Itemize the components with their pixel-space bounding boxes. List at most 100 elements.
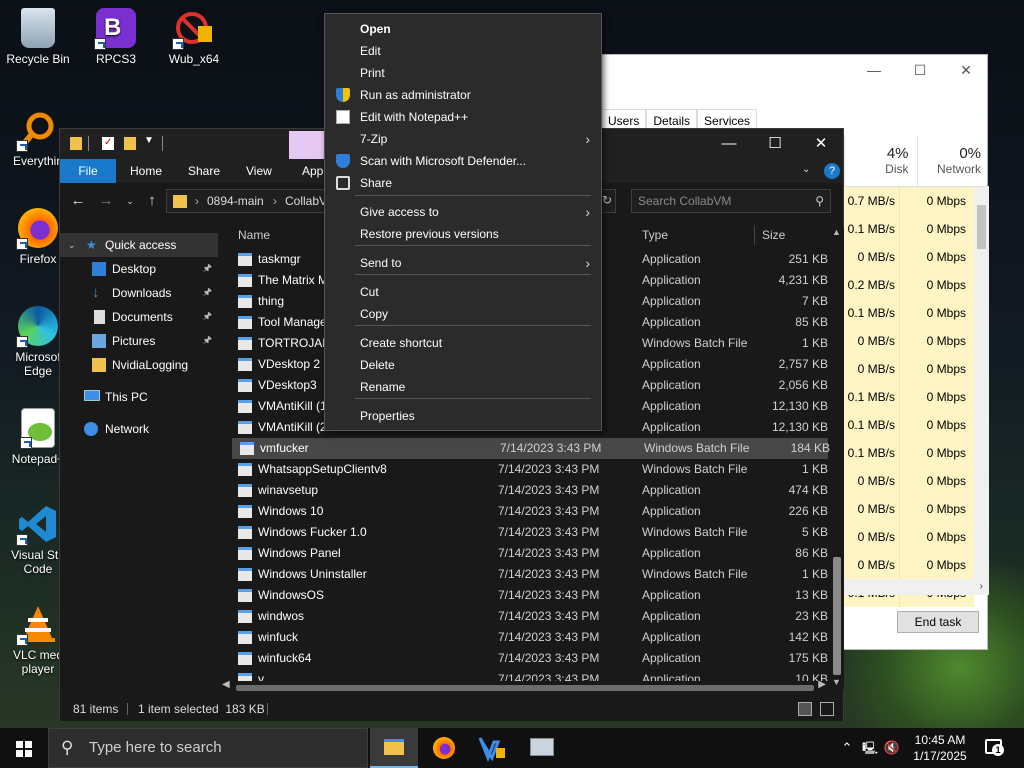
taskbar-app-3[interactable] — [468, 728, 516, 768]
tab-share[interactable]: Share — [178, 159, 230, 183]
chevron-down-icon[interactable]: ⌄ — [68, 233, 76, 257]
help-icon[interactable]: ? — [824, 163, 840, 179]
nav-downloads[interactable]: ↓ Downloads 🖈 — [60, 281, 218, 305]
column-header-size[interactable]: Size — [762, 223, 785, 247]
ribbon-expand-icon[interactable]: ⌄ — [802, 164, 810, 175]
scrollbar-thumb[interactable] — [236, 685, 814, 691]
end-task-button[interactable]: End task — [897, 611, 979, 633]
tray-overflow-chevron-icon[interactable]: ⌃ — [838, 728, 856, 768]
maximize-button[interactable]: ☐ — [897, 55, 943, 85]
menu-item-restore-previous-versions[interactable]: Restore previous versions — [326, 223, 600, 245]
file-row[interactable]: winfuck64 7/14/2023 3:43 PM Application 175… — [230, 648, 830, 669]
nav-quick-access[interactable]: ⌄ ★ Quick access — [60, 233, 218, 257]
search-input[interactable]: Search CollabVM ⚲ — [631, 189, 831, 213]
desktop-icon-rpcs3[interactable]: B RPCS3 — [78, 8, 154, 66]
forward-arrow-icon[interactable]: → — [96, 191, 116, 211]
scroll-up-icon[interactable]: ▲ — [832, 227, 841, 237]
menu-item-properties[interactable]: Properties — [326, 405, 600, 427]
menu-item-cut[interactable]: Cut — [326, 281, 600, 303]
tab-file[interactable]: File — [60, 159, 116, 183]
scroll-left-icon[interactable]: ◀ — [222, 679, 230, 690]
process-row[interactable]: 0 MB/s 0 Mbps — [844, 495, 974, 523]
nav-pictures[interactable]: Pictures 🖈 — [60, 329, 218, 353]
task-manager-horizontal-scrollbar[interactable]: › — [844, 579, 989, 595]
file-row[interactable]: Windows Uninstaller 7/14/2023 3:43 PM Wind… — [230, 564, 830, 585]
menu-item-rename[interactable]: Rename — [326, 376, 600, 398]
file-row[interactable]: WindowsOS 7/14/2023 3:43 PM Application 13 … — [230, 585, 830, 606]
back-arrow-icon[interactable]: ← — [68, 191, 88, 211]
menu-item-run-as-administrator[interactable]: Run as administrator — [326, 84, 600, 106]
minimize-button[interactable]: — — [851, 55, 897, 85]
menu-item-edit[interactable]: Edit — [326, 40, 600, 62]
quick-access-dropdown-icon[interactable]: ▼ — [144, 135, 154, 146]
menu-item-open[interactable]: Open — [326, 18, 600, 40]
breadcrumb-segment[interactable]: 0894-main — [207, 190, 264, 212]
process-row[interactable]: 0 MB/s 0 Mbps — [844, 551, 974, 579]
file-row[interactable]: Windows Panel 7/14/2023 3:43 PM Applicatio… — [230, 543, 830, 564]
refresh-icon[interactable]: ↻ — [602, 193, 616, 207]
task-manager-scrollbar[interactable] — [974, 187, 989, 579]
task-manager-titlebar[interactable]: — ☐ ✕ — [601, 55, 987, 85]
taskbar-file-explorer[interactable] — [370, 728, 418, 768]
file-row[interactable]: Windows 10 7/14/2023 3:43 PM Application 22… — [230, 501, 830, 522]
column-header-type[interactable]: Type — [642, 223, 668, 247]
start-button[interactable] — [0, 728, 48, 768]
menu-item-send-to[interactable]: Send to › — [326, 252, 600, 274]
pin-icon[interactable]: 🖈 — [203, 305, 212, 329]
pin-icon[interactable]: 🖈 — [203, 281, 212, 305]
menu-item-delete[interactable]: Delete — [326, 354, 600, 376]
file-row[interactable]: windwos 7/14/2023 3:43 PM Application 23 KB — [230, 606, 830, 627]
close-button[interactable]: ✕ — [943, 55, 989, 85]
desktop-icon-wub[interactable]: Wub_x64 — [156, 8, 232, 66]
process-row[interactable]: 0.1 MB/s0 Mbps — [844, 439, 974, 467]
process-row[interactable]: 0 MB/s 0 Mbps — [844, 523, 974, 551]
file-list-horizontal-scrollbar[interactable]: ◀ ▶ — [220, 679, 828, 695]
taskbar-search-input[interactable]: ⚲ Type here to search — [48, 728, 368, 768]
new-folder-icon[interactable] — [124, 137, 136, 150]
desktop-icon-recycle-bin[interactable]: Recycle Bin — [0, 8, 76, 66]
menu-item-print[interactable]: Print — [326, 62, 600, 84]
nav-desktop[interactable]: Desktop 🖈 — [60, 257, 218, 281]
column-divider[interactable] — [754, 225, 755, 245]
scroll-right-icon[interactable]: ▶ — [818, 679, 826, 690]
menu-item-share[interactable]: Share — [326, 172, 600, 194]
menu-item-edit-with-notepad[interactable]: Edit with Notepad++ — [326, 106, 600, 128]
taskbar-app-4[interactable] — [518, 728, 566, 768]
file-row[interactable]: WhatsappSetupClientv8 7/14/2023 3:43 PM Wi… — [230, 459, 830, 480]
volume-muted-icon[interactable]: 🔇 — [882, 728, 902, 768]
nav-nvidialogging[interactable]: NvidiaLogging — [60, 353, 218, 377]
process-row[interactable]: 0.1 MB/s0 Mbps — [844, 215, 974, 243]
file-row[interactable]: vmfucker 7/14/2023 3:43 PM Windows Batch F… — [232, 438, 830, 459]
process-row[interactable]: 0 MB/s 0 Mbps — [844, 327, 974, 355]
properties-check-icon[interactable]: ✓ — [102, 137, 114, 150]
file-row[interactable]: Windows Fucker 1.0 7/14/2023 3:43 PM Windo… — [230, 522, 830, 543]
close-button[interactable]: ✕ — [798, 129, 844, 159]
breadcrumb-segment[interactable]: CollabV — [285, 190, 327, 212]
file-list-scrollbar[interactable]: ▲ ▼ — [830, 227, 844, 689]
up-arrow-icon[interactable]: ↑ — [142, 191, 162, 211]
nav-network[interactable]: Network — [60, 417, 218, 441]
scrollbar-thumb[interactable] — [977, 205, 986, 249]
menu-item-create-shortcut[interactable]: Create shortcut — [326, 332, 600, 354]
tab-view[interactable]: View — [236, 159, 282, 183]
details-view-icon[interactable] — [798, 702, 812, 716]
nav-this-pc[interactable]: This PC — [60, 385, 218, 409]
network-icon[interactable]: 🖳 — [860, 728, 880, 768]
scrollbar-thumb[interactable] — [833, 557, 841, 675]
maximize-button[interactable]: ☐ — [752, 129, 798, 159]
minimize-button[interactable]: — — [706, 129, 752, 159]
process-row[interactable]: 0.1 MB/s0 Mbps — [844, 299, 974, 327]
process-row[interactable]: 0.7 MB/s 0 Mbps — [844, 187, 974, 215]
menu-item-7-zip[interactable]: 7-Zip › — [326, 128, 600, 150]
pin-icon[interactable]: 🖈 — [203, 257, 212, 281]
column-header-disk[interactable]: 4% Disk — [844, 135, 917, 186]
tab-home[interactable]: Home — [120, 159, 172, 183]
scroll-down-icon[interactable]: ▼ — [832, 677, 841, 687]
file-row[interactable]: winfuck 7/14/2023 3:43 PM Application 142 K… — [230, 627, 830, 648]
menu-item-scan-with-microsoft-defender[interactable]: Scan with Microsoft Defender... — [326, 150, 600, 172]
action-center-button[interactable]: 1 — [982, 736, 1006, 760]
taskbar-firefox[interactable] — [420, 728, 468, 768]
menu-item-give-access-to[interactable]: Give access to › — [326, 201, 600, 223]
column-header-name[interactable]: Name — [238, 223, 270, 247]
process-row[interactable]: 0.2 MB/s 0 Mbps — [844, 271, 974, 299]
